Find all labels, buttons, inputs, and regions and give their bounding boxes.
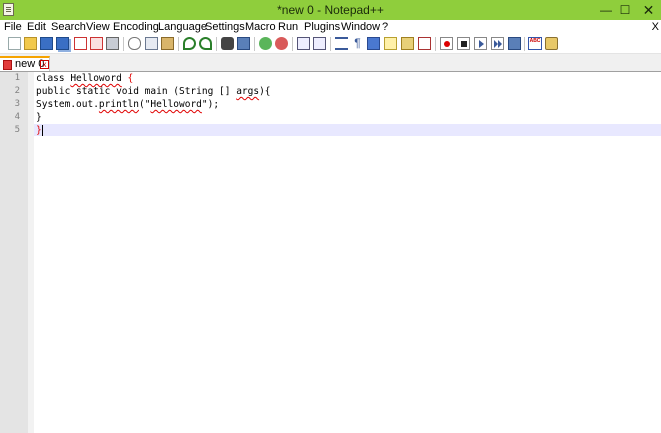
indent-guide-icon[interactable] [367,37,380,50]
sync-horizontal-icon[interactable] [313,37,326,50]
title-bar: *new 0 - Notepad++ — ☐ ✕ [0,0,661,20]
sync-vertical-icon[interactable] [297,37,310,50]
code-line-4[interactable]: } [36,112,42,124]
doc-map-icon[interactable] [401,37,414,50]
close-all-icon[interactable] [90,37,103,50]
code-line-2[interactable]: public static void main (String [] args)… [36,86,271,98]
misspelled-word: args [236,86,260,97]
function-list-icon[interactable] [418,37,431,50]
cut-icon[interactable] [128,37,141,50]
line-number: 5 [14,125,20,135]
code-text: public static void main (String [] [36,86,237,97]
record-macro-icon[interactable] [440,37,453,50]
undo-icon[interactable] [183,37,196,50]
menu-settings[interactable]: Settings [205,21,245,33]
menu-macro[interactable]: Macro [245,21,276,33]
menu-view[interactable]: View [86,21,110,33]
toolbar-separator [330,37,331,51]
current-line-highlight [34,124,661,136]
code-text: "); [201,99,220,110]
toolbar-separator [123,37,124,51]
code-text: } [36,112,42,123]
save-icon[interactable] [40,37,53,50]
close-document-button[interactable]: X [652,21,659,33]
toolbar-separator [254,37,255,51]
show-all-chars-icon[interactable]: ¶ [351,37,364,50]
menu-file[interactable]: File [4,21,22,33]
zoom-out-icon[interactable] [275,37,288,50]
line-number-gutter: 1 2 3 4 5 [0,72,28,433]
misspelled-word: println [98,99,139,110]
print-icon[interactable] [106,37,119,50]
toolbar-separator [292,37,293,51]
toolbar-separator [524,37,525,51]
unsaved-file-icon [3,60,12,70]
toolbar-separator [435,37,436,51]
menu-edit[interactable]: Edit [27,21,46,33]
line-number: 3 [14,99,20,109]
close-window-button[interactable]: ✕ [636,0,661,20]
window-title: *new 0 - Notepad++ [277,3,384,17]
menu-plugins[interactable]: Plugins [304,21,340,33]
line-number: 4 [14,112,20,122]
new-file-icon[interactable] [8,37,21,50]
save-all-icon[interactable] [56,37,69,50]
replace-icon[interactable] [237,37,250,50]
spell-check-icon[interactable]: ABC [528,37,542,50]
toolbar: ¶ ABC [0,35,661,54]
copy-icon[interactable] [145,37,158,50]
code-text: System.out. [36,99,99,110]
code-text: class [36,73,71,84]
maximize-button[interactable]: ☐ [614,0,636,20]
code-text: ){ [259,86,271,97]
paste-icon[interactable] [161,37,174,50]
menu-search[interactable]: Search [51,21,86,33]
tab-close-icon[interactable]: x [40,60,49,69]
menu-encoding[interactable]: Encoding [113,21,159,33]
code-line-5[interactable]: } [36,125,43,137]
stop-recording-icon[interactable] [457,37,470,50]
user-language-icon[interactable] [384,37,397,50]
minimize-button[interactable]: — [598,0,614,20]
tab-bar: new 0 x [0,54,661,72]
code-line-1[interactable]: class Helloword { [36,73,133,85]
tab-new-0[interactable]: new 0 x [0,56,50,72]
menu-help[interactable]: ? [382,21,388,33]
toolbar-separator [216,37,217,51]
menu-window[interactable]: Window [341,21,380,33]
toolbar-separator [178,37,179,51]
code-line-3[interactable]: System.out.println("Helloword"); [36,99,219,111]
misspelled-word: Helloword [150,99,202,110]
redo-icon[interactable] [199,37,212,50]
line-number: 2 [14,86,20,96]
editor-area[interactable]: 1 2 3 4 5 class Helloword { public stati… [0,72,661,433]
run-macro-multiple-icon[interactable] [491,37,504,50]
auto-completion-icon[interactable] [545,37,558,50]
line-number: 1 [14,73,20,83]
close-icon[interactable] [74,37,87,50]
word-wrap-icon[interactable] [335,37,348,50]
zoom-in-icon[interactable] [259,37,272,50]
menu-bar: File Edit Search View Encoding Language … [0,20,661,35]
menu-language[interactable]: Language [158,21,207,33]
save-macro-icon[interactable] [508,37,521,50]
open-file-icon[interactable] [24,37,37,50]
menu-run[interactable]: Run [278,21,298,33]
find-icon[interactable] [221,37,234,50]
misspelled-word: Helloword [70,73,122,84]
playback-icon[interactable] [474,37,487,50]
code-text: (" [138,99,151,110]
matched-brace: { [127,73,134,84]
text-caret [41,125,43,136]
